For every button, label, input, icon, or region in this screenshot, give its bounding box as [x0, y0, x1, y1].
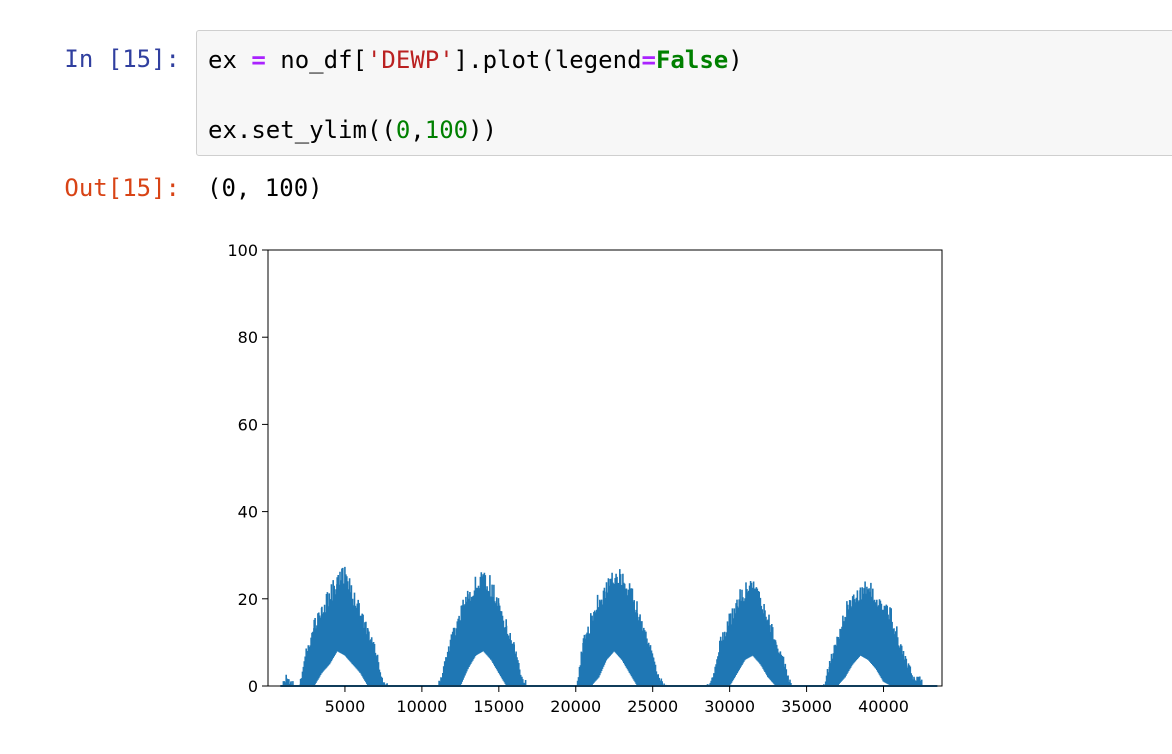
x-tick-label: 5000: [325, 697, 366, 716]
y-tick-label: 80: [238, 328, 258, 347]
y-tick-label: 0: [248, 677, 258, 696]
y-tick-label: 60: [238, 415, 258, 434]
x-tick-label: 30000: [704, 697, 755, 716]
x-tick-label: 20000: [550, 697, 601, 716]
line-chart: 0 20 40 60 80 100 5000 10000 15000 20000 25000 3000…: [227, 241, 943, 716]
y-tick-label: 100: [227, 241, 258, 260]
y-tick-label: 40: [238, 503, 258, 522]
y-tick-label: 20: [238, 590, 258, 609]
x-tick-label: 15000: [473, 697, 524, 716]
x-tick-label: 10000: [396, 697, 447, 716]
data-series-line: [282, 566, 923, 686]
x-tick-label: 35000: [781, 697, 832, 716]
x-tick-label: 25000: [627, 697, 678, 716]
x-tick-label: 40000: [858, 697, 909, 716]
